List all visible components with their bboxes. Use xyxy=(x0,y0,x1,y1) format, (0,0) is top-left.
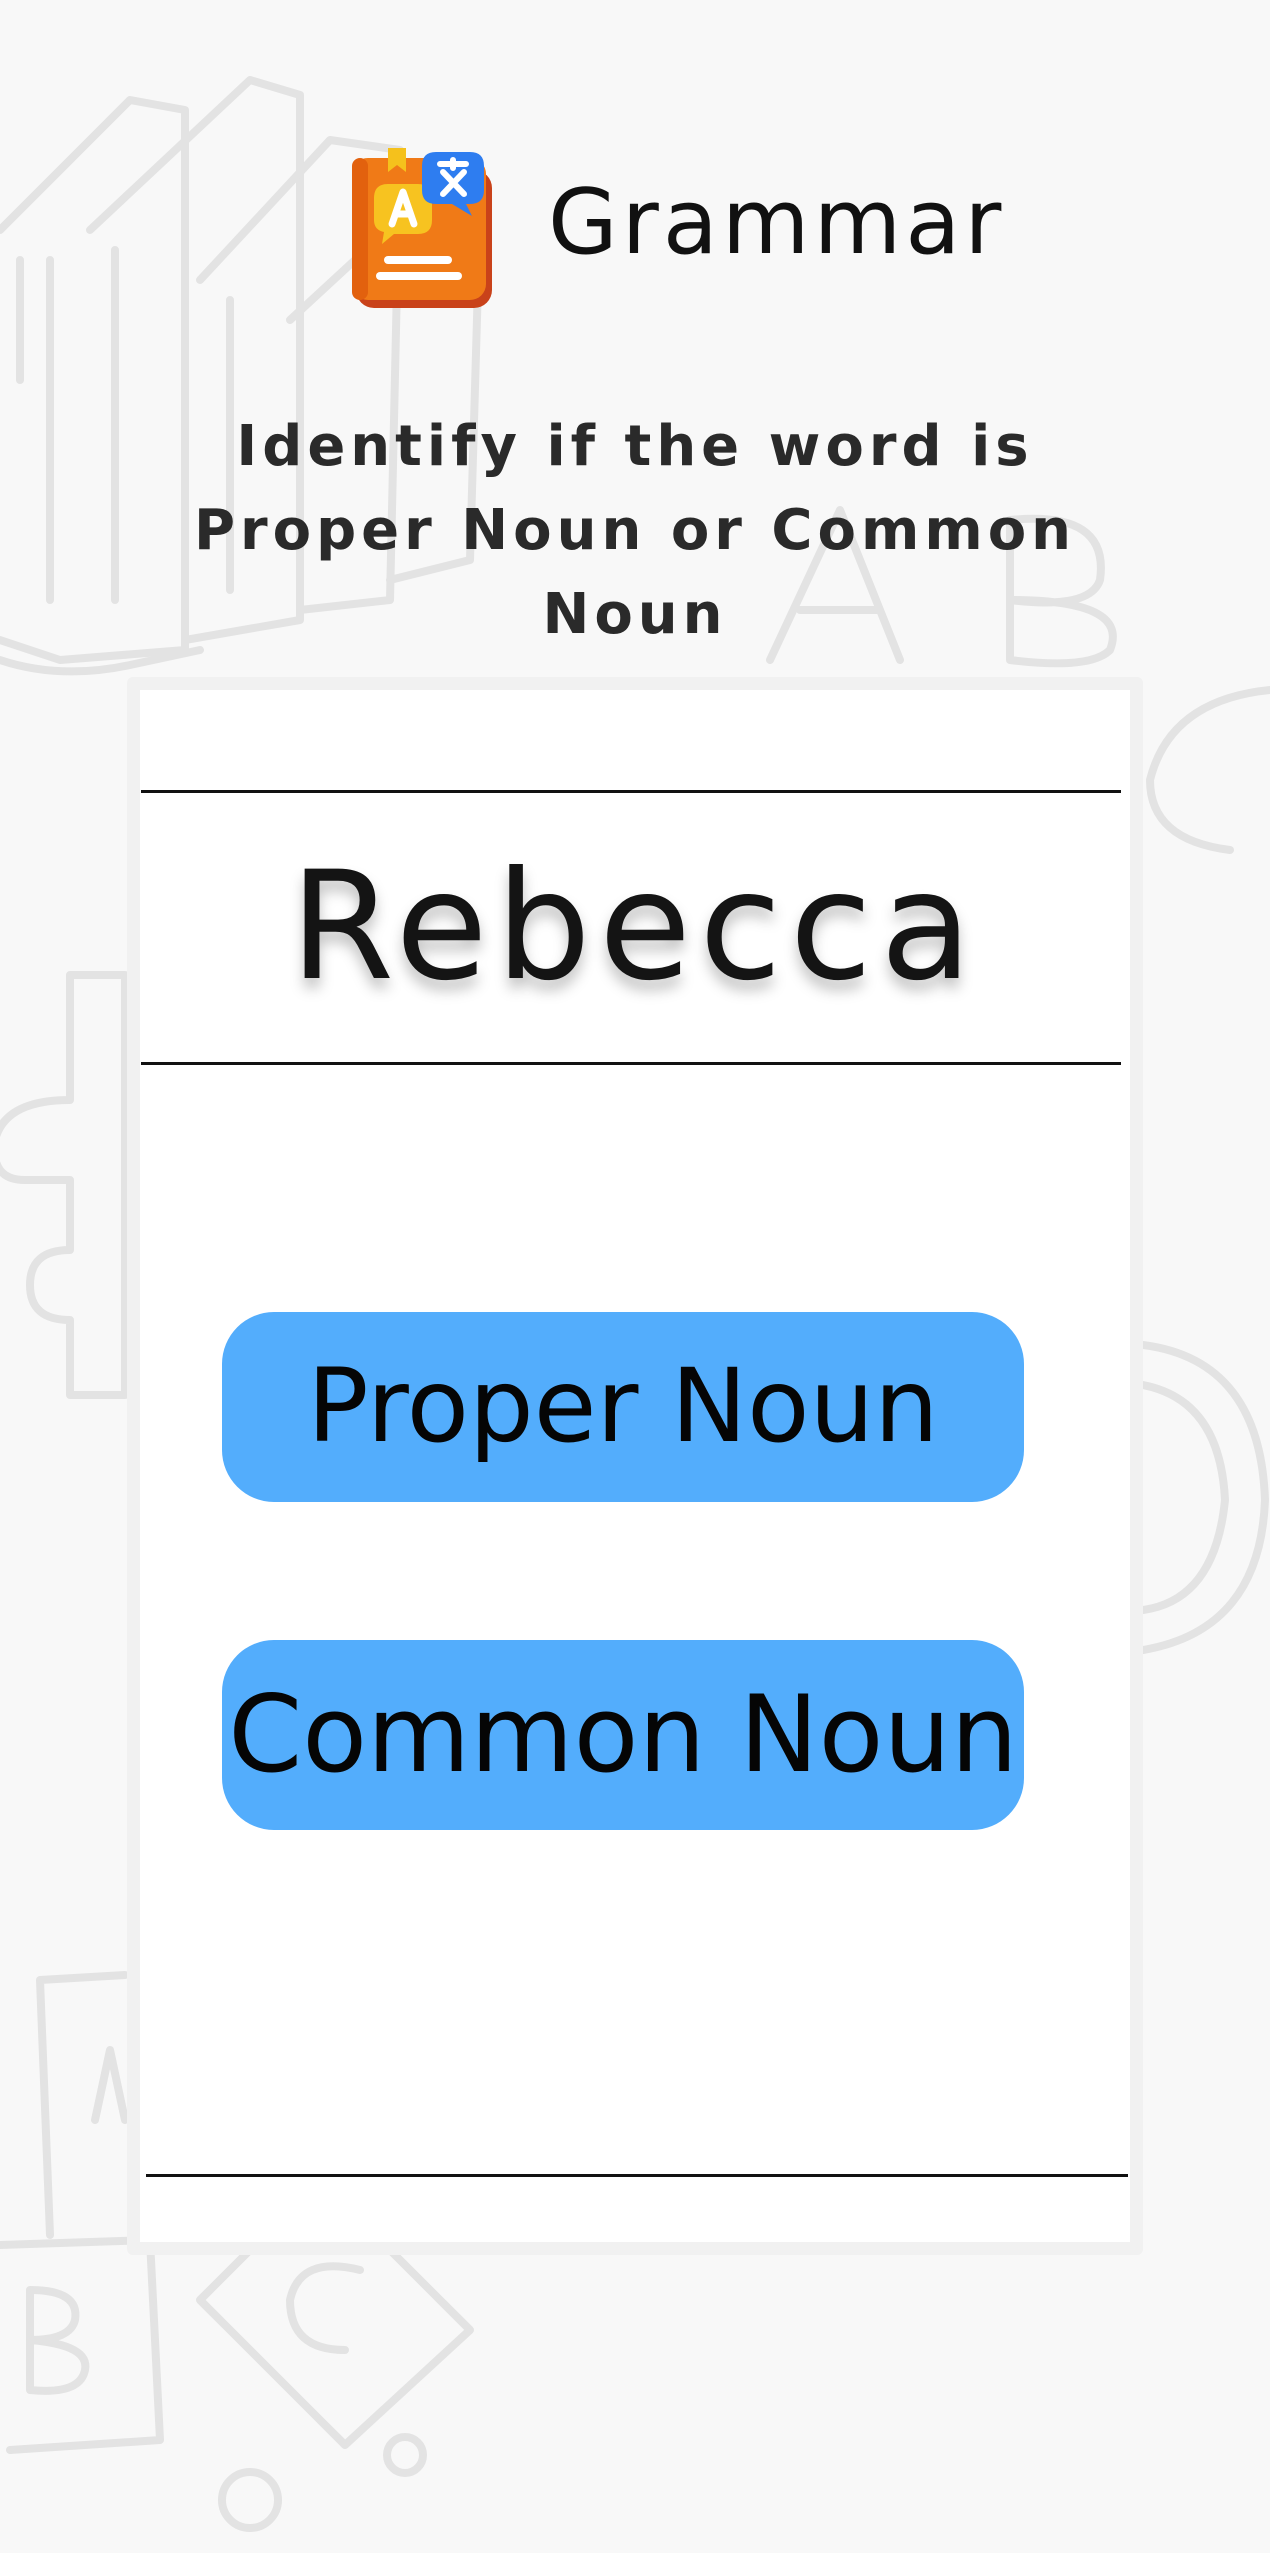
arc-doodle-icon xyxy=(1139,1341,1269,1654)
proper-noun-button[interactable]: Proper Noun xyxy=(222,1312,1024,1502)
puzzle-doodle-icon xyxy=(0,971,129,1399)
app-title: Grammar xyxy=(548,170,1006,275)
bottom-divider xyxy=(146,2174,1128,2177)
question-word: Rebecca xyxy=(289,840,981,1014)
translate-book-icon xyxy=(352,148,492,308)
app-header: Grammar xyxy=(0,130,1270,310)
word-divider xyxy=(141,1062,1121,1065)
instruction-text: Identify if the word is Proper Noun or C… xyxy=(193,414,1077,647)
common-noun-button[interactable]: Common Noun xyxy=(222,1640,1024,1830)
top-divider xyxy=(141,790,1121,793)
